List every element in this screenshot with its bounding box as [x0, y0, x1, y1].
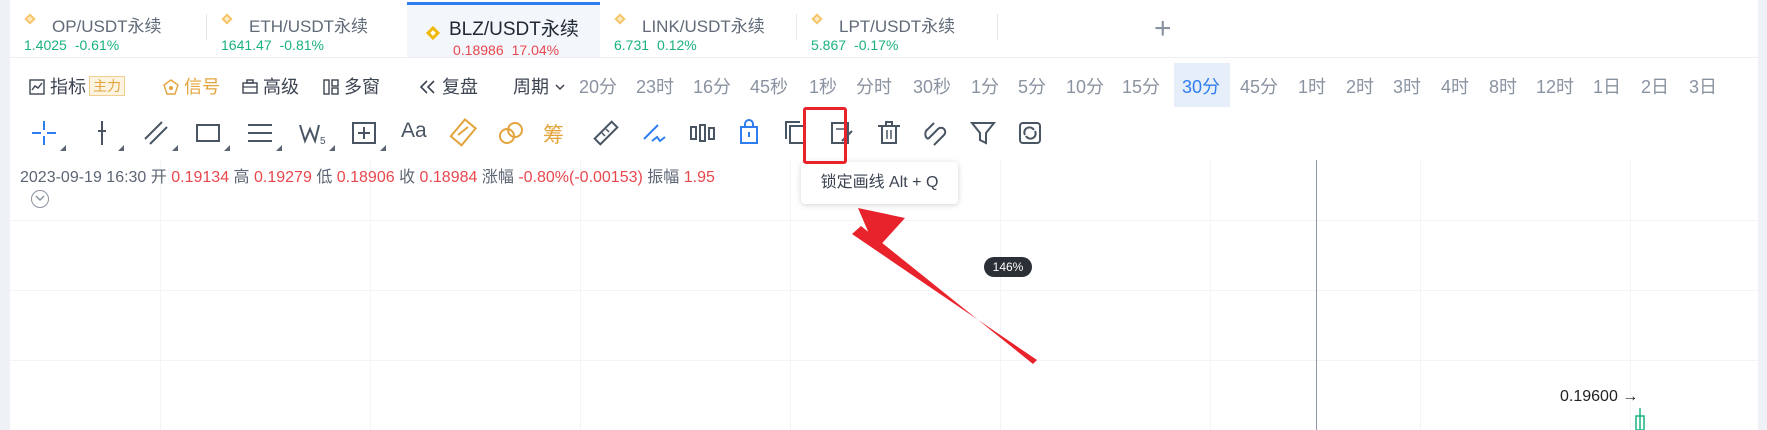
annotation-arrow-icon — [852, 208, 1037, 364]
